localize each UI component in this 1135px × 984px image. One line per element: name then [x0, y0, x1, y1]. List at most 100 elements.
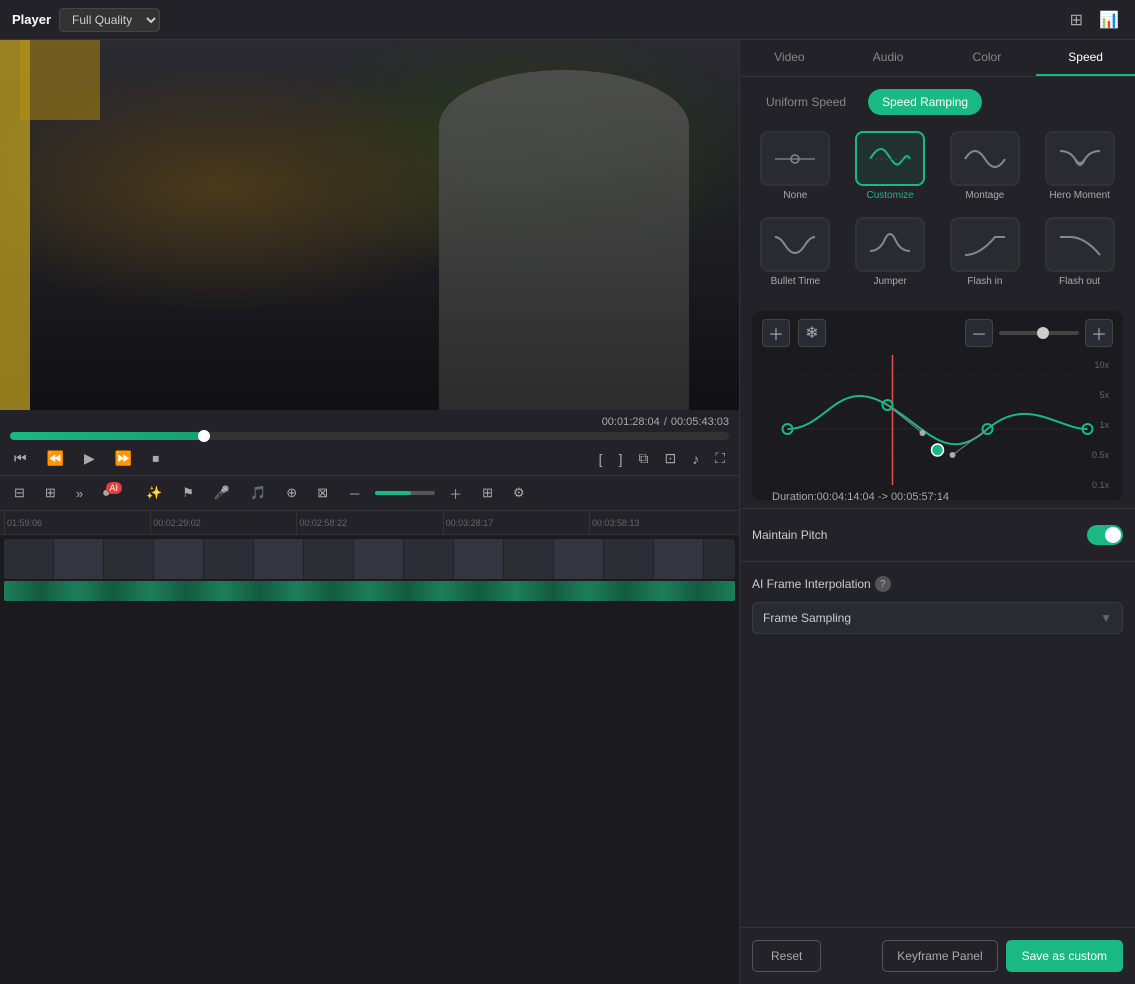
preset-jumper-icon-box	[855, 217, 925, 272]
expand-button[interactable]: ⛶	[711, 448, 729, 469]
montage-svg	[960, 141, 1010, 177]
flash-in-svg	[960, 227, 1010, 263]
uniform-speed-tab[interactable]: Uniform Speed	[752, 89, 860, 115]
preset-none-icon-box	[760, 131, 830, 186]
track-thumbnails	[4, 539, 735, 579]
y-label-01x: 0.1x	[1092, 480, 1109, 490]
stop-button[interactable]: ⏹	[148, 448, 163, 469]
preset-bullet-label: Bullet Time	[771, 276, 820, 287]
audio-button[interactable]: ♪	[688, 448, 703, 469]
timeline-tracks: Speed Ramping	[0, 535, 739, 984]
preset-jumper-label: Jumper	[873, 276, 906, 287]
group-button[interactable]: ⊞	[39, 481, 62, 505]
maintain-pitch-label: Maintain Pitch	[752, 528, 827, 542]
zoom-in-button[interactable]: ＋	[1085, 319, 1113, 347]
curve-toolbar: ＋ ❄ － ＋	[752, 311, 1123, 355]
chart-button[interactable]: 📊	[1095, 6, 1123, 34]
ruler-tick-1: 01:59:06	[4, 511, 150, 534]
ai-frame-row: AI Frame Interpolation ?	[752, 570, 1123, 598]
mic-button[interactable]: 🎤	[208, 481, 236, 505]
preset-customize-icon-box	[855, 131, 925, 186]
timeline-ruler: 01:59:06 00:02:29:02 00:02:58:22 00:03:2…	[0, 511, 739, 535]
frame-mode-dropdown[interactable]: Frame Sampling ▼	[752, 602, 1123, 634]
y-label-10x: 10x	[1092, 360, 1109, 370]
speed-ramping-tab[interactable]: Speed Ramping	[868, 89, 982, 115]
preset-hero-icon-box	[1045, 131, 1115, 186]
progress-bar[interactable]	[10, 432, 729, 440]
thumb-5	[204, 539, 254, 579]
ruler-tick-3: 00:02:58:22	[296, 511, 442, 534]
preset-montage[interactable]: Montage	[942, 127, 1029, 205]
tab-speed[interactable]: Speed	[1036, 40, 1135, 76]
layout-button[interactable]: ⧉	[634, 448, 652, 469]
snowflake-button[interactable]: ❄	[798, 319, 826, 347]
marker-button[interactable]: ⚑	[176, 481, 200, 505]
settings-cog-button[interactable]: ⚙	[507, 481, 531, 505]
toolbar-row: ⊟ ⊞ » ⏺AI ✨ ⚑ 🎤 🎵 ⊕ ⊠ － ＋ ⊞ ⚙	[0, 475, 739, 511]
record-button[interactable]: ⏺AI	[97, 481, 132, 505]
preset-flash-in[interactable]: Flash in	[942, 213, 1029, 291]
zoom-track[interactable]	[999, 331, 1079, 335]
forward-button[interactable]: »	[70, 482, 89, 505]
preset-none[interactable]: None	[752, 127, 839, 205]
preset-jumper[interactable]: Jumper	[847, 213, 934, 291]
tab-audio[interactable]: Audio	[839, 40, 938, 76]
reset-button[interactable]: Reset	[752, 940, 821, 972]
bracket-out-button[interactable]: ]	[615, 448, 627, 469]
preset-bullet-time[interactable]: Bullet Time	[752, 213, 839, 291]
split-button[interactable]: ⊟	[8, 481, 31, 505]
right-panel: Video Audio Color Speed Uniform Speed Sp…	[740, 40, 1135, 984]
screenshot-button[interactable]: ⊡	[660, 448, 680, 469]
maintain-pitch-toggle[interactable]	[1087, 525, 1123, 545]
play-button[interactable]: ▶	[80, 448, 99, 469]
video-preview	[0, 40, 739, 410]
effects-button[interactable]: ✨	[140, 481, 168, 505]
grid-view-button[interactable]: ⊞	[1066, 6, 1087, 34]
tab-video[interactable]: Video	[740, 40, 839, 76]
maintain-pitch-section: Maintain Pitch	[740, 508, 1135, 561]
progress-fill	[10, 432, 204, 440]
thumb-4	[154, 539, 204, 579]
preset-hero-moment[interactable]: Hero Moment	[1036, 127, 1123, 205]
thumb-14	[654, 539, 704, 579]
speed-tabs: Uniform Speed Speed Ramping	[740, 77, 1135, 115]
jumper-svg	[865, 227, 915, 263]
bracket-in-button[interactable]: [	[595, 448, 607, 469]
audio-waveform	[4, 581, 735, 601]
volume-fill	[375, 491, 411, 495]
quality-select[interactable]: Full Quality Half Quality	[59, 8, 160, 32]
frame-back-button[interactable]: ⏪	[43, 448, 68, 469]
player-controls: 00:01:28:04 / 00:05:43:03 ⏮ ⏪ ▶ ⏩ ⏹ [ ] …	[0, 410, 739, 475]
grid-lines-button[interactable]: ⊞	[476, 481, 499, 505]
flash-out-svg	[1055, 227, 1105, 263]
preset-customize[interactable]: Customize	[847, 127, 934, 205]
volume-slider[interactable]	[375, 491, 435, 495]
maintain-pitch-row: Maintain Pitch	[752, 519, 1123, 551]
music-button[interactable]: 🎵	[244, 481, 272, 505]
save-as-custom-button[interactable]: Save as custom	[1006, 940, 1123, 972]
curve-zoom-row: － ＋	[965, 319, 1113, 347]
preset-flash-out[interactable]: Flash out	[1036, 213, 1123, 291]
thumb-9	[404, 539, 454, 579]
video-track-row: Speed Ramping	[4, 539, 735, 579]
ruler-tick-5: 00:03:58:13	[589, 511, 735, 534]
progress-thumb[interactable]	[198, 430, 210, 442]
preset-hero-label: Hero Moment	[1049, 190, 1110, 201]
keyframe-panel-button[interactable]: Keyframe Panel	[882, 940, 997, 972]
add-keyframe-button[interactable]: ＋	[762, 319, 790, 347]
zoom-out-button[interactable]: －	[965, 319, 993, 347]
y-label-05x: 0.5x	[1092, 450, 1109, 460]
plus-button[interactable]: ＋	[443, 480, 468, 507]
curve-canvas: 10x 5x 1x 0.5x 0.1x	[752, 355, 1123, 500]
frame-forward-button[interactable]: ⏩	[111, 448, 136, 469]
minus-button[interactable]: －	[342, 480, 367, 507]
tab-color[interactable]: Color	[938, 40, 1037, 76]
thumb-12	[554, 539, 604, 579]
ai-info-icon[interactable]: ?	[875, 576, 891, 592]
skip-back-button[interactable]: ⏮	[10, 448, 31, 469]
sticker-button[interactable]: ⊕	[280, 481, 303, 505]
caption-button[interactable]: ⊠	[311, 481, 334, 505]
time-separator: /	[664, 416, 667, 428]
hero-svg	[1055, 141, 1105, 177]
ai-frame-section: AI Frame Interpolation ? Frame Sampling …	[740, 561, 1135, 648]
